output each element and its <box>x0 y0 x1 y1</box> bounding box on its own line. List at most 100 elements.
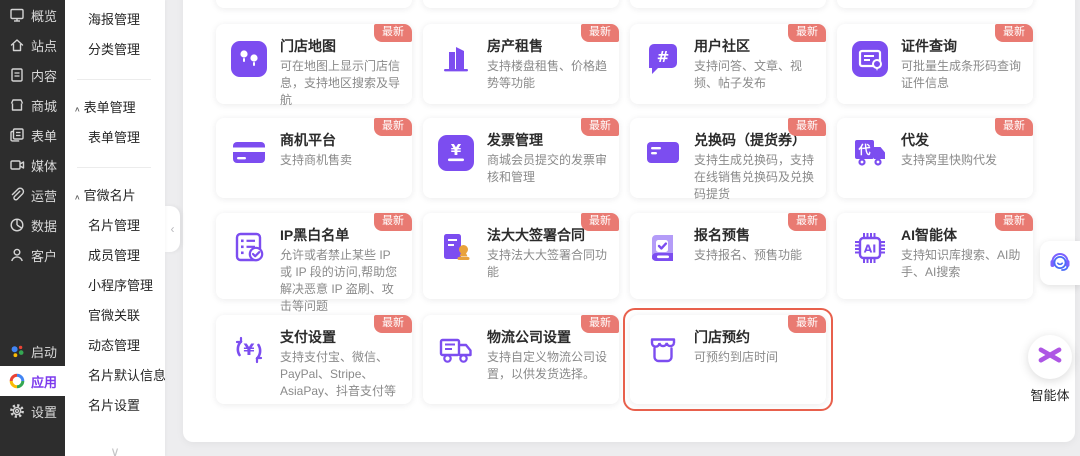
new-badge: 最新 <box>374 24 412 42</box>
new-badge: 最新 <box>995 24 1033 42</box>
sidebar-item-top-5[interactable]: 媒体 <box>0 150 65 180</box>
chevron-left-icon: ‹ <box>170 222 175 236</box>
sidebar-item-label: 概览 <box>31 8 58 24</box>
book-check-icon <box>643 228 683 268</box>
checklist-icon <box>229 228 269 268</box>
sidebar-item-top-6[interactable]: 运营 <box>0 180 65 210</box>
sidebar-item-top-0[interactable]: 概览 <box>0 0 65 30</box>
card-text: 门店预约 可预约到店时间 <box>694 328 778 370</box>
app-card-用户社区[interactable]: 最新 # 用户社区 支持问答、文章、视频、帖子发布 <box>630 24 826 104</box>
secondary-sidebar: 海报管理 分类管理 ∧ 表单管理 表单管理 ∧ 官微名片 名片管理 成员管理 小程序管理 官微关联动… <box>65 0 165 456</box>
sidebar-item-top-3[interactable]: 商城 <box>0 90 65 120</box>
site-icon <box>9 37 25 53</box>
card-text: 支付设置 支持支付宝、微信、PayPal、Stripe、AsiaPay、抖音支付… <box>280 328 400 400</box>
card-description: 支持知识库搜索、AI助手、AI搜索 <box>901 248 1021 279</box>
card-text: 物流公司设置 支持自定义物流公司设置，以供发货选择。 <box>487 328 607 383</box>
nav-item-12[interactable]: 名片默认信息 <box>65 361 165 391</box>
partial-card[interactable] <box>837 0 1033 8</box>
app-card-代发[interactable]: 最新 代 代发 支持窝里快购代发 <box>837 118 1033 198</box>
nav-item-9[interactable]: 小程序管理 <box>65 271 165 301</box>
app-card-发票管理[interactable]: 最新 ¥ 发票管理 商城会员提交的发票审核和管理 <box>423 118 619 198</box>
nav-group-header-3[interactable]: ∧ 表单管理 <box>65 93 165 123</box>
app-card-证件查询[interactable]: 最新 证件查询 可批量生成条形码查询证件信息 <box>837 24 1033 104</box>
app-card-门店预约[interactable]: 最新 门店预约 可预约到店时间 <box>623 308 833 411</box>
customer-service-button[interactable] <box>1040 241 1080 285</box>
card-text: 代发 支持窝里快购代发 <box>901 131 997 173</box>
nav-item-0[interactable]: 海报管理 <box>65 5 165 35</box>
card-text: 门店地图 可在地图上显示门店信息，支持地区搜索及导航 <box>280 37 400 109</box>
partial-card[interactable] <box>630 0 826 8</box>
app-card-兑换码（提货券）[interactable]: 最新 兑换码（提货券） 支持生成兑换码，支持在线销售兑换码及兑换码提货 <box>630 118 826 201</box>
svg-text:代: 代 <box>857 142 870 157</box>
sidebar-item-bottom-1[interactable]: 应用 <box>0 366 65 396</box>
new-badge: 最新 <box>374 315 412 333</box>
nav-item-7[interactable]: 名片管理 <box>65 211 165 241</box>
contract-stamp-icon <box>436 228 476 268</box>
card-description: 支持窝里快购代发 <box>901 153 998 167</box>
app-card-物流公司设置[interactable]: 最新 物流公司设置 支持自定义物流公司设置，以供发货选择。 <box>423 315 619 404</box>
nav-item-1[interactable]: 分类管理 <box>65 35 165 65</box>
sidebar-item-bottom-2[interactable]: 设置 <box>0 396 65 426</box>
app-card-法大大签署合同[interactable]: 最新 法大大签署合同 支持法大大签署合同功能 <box>423 213 619 299</box>
sidebar-item-top-7[interactable]: 数据 <box>0 210 65 240</box>
app-card-门店地图[interactable]: 最新 门店地图 可在地图上显示门店信息，支持地区搜索及导航 <box>216 24 412 107</box>
nav-item-13[interactable]: 名片设置 <box>65 391 165 421</box>
card-description: 支持报名、预售功能 <box>694 248 803 262</box>
new-badge: 最新 <box>788 118 826 136</box>
card-text: IP黑白名单 允许或者禁止某些 IP 或 IP 段的访问,帮助您解决恶意 IP … <box>280 226 400 315</box>
sidebar-item-top-4[interactable]: 表单 <box>0 120 65 150</box>
agent-button[interactable] <box>1028 335 1072 379</box>
chevron-up-icon: ∧ <box>74 193 81 201</box>
card-text: AI智能体 支持知识库搜索、AI助手、AI搜索 <box>901 226 1021 281</box>
card-text: 商机平台 支持商机售卖 <box>280 131 352 173</box>
apps-panel: 最新 门店地图 可在地图上显示门店信息，支持地区搜索及导航 最新 房产租售 支持… <box>183 0 1075 442</box>
new-badge: 最新 <box>788 315 826 333</box>
card-title: 商机平台 <box>280 132 336 148</box>
app-card-房产租售[interactable]: 最新 房产租售 支持楼盘租售、价格趋势等功能 <box>423 24 619 104</box>
nav-item-8[interactable]: 成员管理 <box>65 241 165 271</box>
sidebar-item-bottom-0[interactable]: 启动 <box>0 336 65 366</box>
nav-divider <box>77 167 151 168</box>
sidebar-item-top-1[interactable]: 站点 <box>0 30 65 60</box>
customer-icon <box>9 247 25 263</box>
form-icon <box>9 127 25 143</box>
card-text: 证件查询 可批量生成条形码查询证件信息 <box>901 37 1021 92</box>
nav-item-4[interactable]: 表单管理 <box>65 123 165 153</box>
sidebar-item-label: 运营 <box>31 188 58 204</box>
sidebar-item-label: 设置 <box>31 404 58 420</box>
app-card-支付设置[interactable]: 最新 ¥ 支付设置 支持支付宝、微信、PayPal、Stripe、AsiaPay… <box>216 315 412 404</box>
sidebar-collapse-handle[interactable]: ‹ <box>165 206 180 252</box>
card-description: 可预约到店时间 <box>694 350 779 364</box>
card-description: 支持生成兑换码，支持在线销售兑换码及兑换码提货 <box>694 153 815 201</box>
primary-nav-bottom: 启动应用设置 <box>0 336 65 426</box>
hashtag-bubble-icon: # <box>643 39 683 79</box>
bank-card-icon <box>229 133 269 173</box>
sidebar-item-label: 客户 <box>31 248 58 264</box>
storefront-icon <box>643 330 683 370</box>
app-card-AI智能体[interactable]: 最新 AI AI智能体 支持知识库搜索、AI助手、AI搜索 <box>837 213 1033 299</box>
scroll-more-chevron-icon[interactable]: ∨ <box>65 444 165 456</box>
sidebar-item-label: 启动 <box>31 344 58 360</box>
nav-group-header-6[interactable]: ∧ 官微名片 <box>65 181 165 211</box>
partial-card[interactable] <box>423 0 619 8</box>
app-card-商机平台[interactable]: 最新 商机平台 支持商机售卖 <box>216 118 412 198</box>
sidebar-item-top-8[interactable]: 客户 <box>0 240 65 270</box>
apps-icon <box>9 373 25 389</box>
app-card-报名预售[interactable]: 最新 报名预售 支持报名、预售功能 <box>630 213 826 299</box>
card-description: 可在地图上显示门店信息，支持地区搜索及导航 <box>280 59 401 107</box>
nav-item-11[interactable]: 动态管理 <box>65 331 165 361</box>
card-text: 房产租售 支持楼盘租售、价格趋势等功能 <box>487 37 607 92</box>
svg-text:#: # <box>657 48 670 66</box>
partial-card[interactable] <box>216 0 412 8</box>
app-card-IP黑白名单[interactable]: 最新 IP黑白名单 允许或者禁止某些 IP 或 IP 段的访问,帮助您解决恶意 … <box>216 213 412 313</box>
primary-nav-top: 概览站点 内容 商城 表单媒体运营数据客户 <box>0 0 65 270</box>
secondary-nav-list: 海报管理 分类管理 ∧ 表单管理 表单管理 ∧ 官微名片 名片管理 成员管理 小程序管理 官微关联动… <box>65 5 165 421</box>
new-badge: 最新 <box>581 24 619 42</box>
nav-item-10[interactable]: 官微关联 <box>65 301 165 331</box>
card-text: 用户社区 支持问答、文章、视频、帖子发布 <box>694 37 814 92</box>
truck-dai-icon: 代 <box>850 133 890 173</box>
sidebar-item-top-2[interactable]: 内容 <box>0 60 65 90</box>
new-badge: 最新 <box>995 118 1033 136</box>
sidebar-item-label: 媒体 <box>31 158 58 174</box>
card-description: 支持问答、文章、视频、帖子发布 <box>694 59 803 90</box>
